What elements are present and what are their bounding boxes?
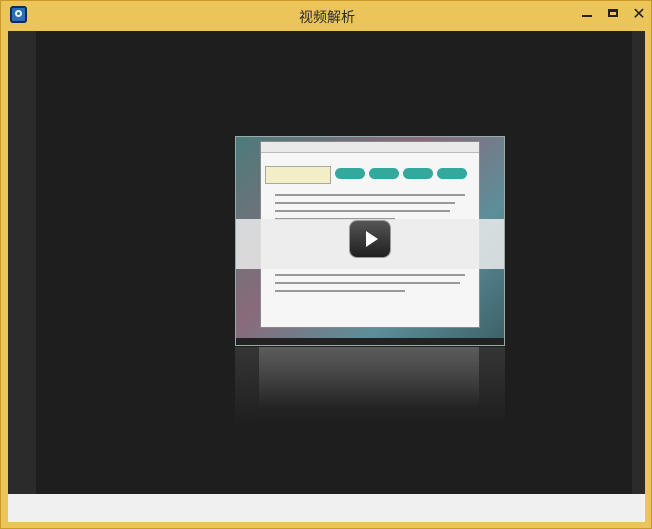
title-bar[interactable]: 视频解析 ✕: [1, 1, 652, 31]
video-reflection: [235, 347, 505, 427]
play-button[interactable]: [350, 221, 390, 257]
frame-text-line: [275, 282, 460, 284]
close-button[interactable]: ✕: [626, 2, 652, 24]
video-control-bar[interactable]: [236, 338, 504, 345]
frame-text-line: [275, 210, 450, 212]
app-window: 视频解析 ✕: [0, 0, 652, 529]
status-bar: [8, 494, 645, 522]
frame-text-line: [275, 194, 465, 196]
video-stage: [36, 31, 632, 494]
frame-menu-bar: [261, 142, 479, 153]
maximize-button[interactable]: [600, 2, 626, 24]
frame-text-line: [275, 202, 455, 204]
video-thumbnail[interactable]: [235, 136, 505, 346]
minimize-button[interactable]: [574, 2, 600, 24]
frame-text-line: [275, 290, 405, 292]
play-icon: [366, 231, 378, 247]
close-icon: ✕: [632, 3, 646, 23]
frame-text-line: [275, 274, 465, 276]
maximize-icon: [608, 9, 618, 17]
frame-tabs: [335, 168, 467, 179]
frame-input-box: [265, 166, 331, 184]
reflection-document: [259, 347, 479, 407]
window-title: 视频解析: [299, 10, 355, 26]
minimize-icon: [582, 15, 592, 17]
